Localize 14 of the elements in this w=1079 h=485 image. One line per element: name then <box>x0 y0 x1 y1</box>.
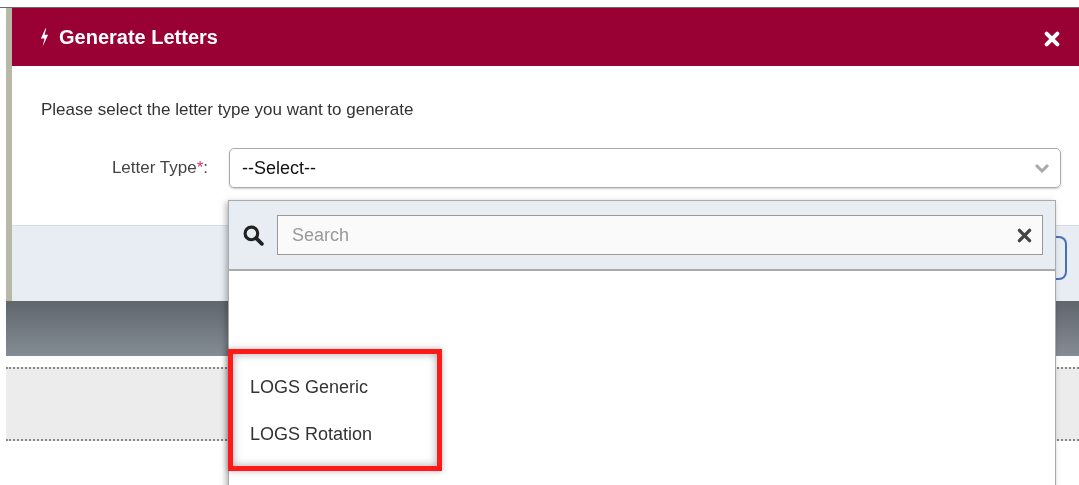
search-icon <box>243 224 264 246</box>
search-field[interactable]: Search <box>277 215 1043 255</box>
label-colon: : <box>203 158 208 178</box>
clear-icon[interactable] <box>1016 227 1033 244</box>
required-mark: * <box>196 158 204 178</box>
lightning-icon <box>40 27 49 47</box>
letter-type-select[interactable]: --Select-- <box>229 148 1061 188</box>
dropdown-option[interactable]: LOGS Generic <box>233 364 437 411</box>
close-icon[interactable] <box>1043 30 1061 48</box>
field-label: Letter Type <box>111 158 197 178</box>
dialog-title: Generate Letters <box>59 25 219 49</box>
instruction-text: Please select the letter type you want to generate <box>41 100 415 120</box>
dropdown-option[interactable]: LOGS Rotation <box>233 411 437 458</box>
chevron-down-icon <box>1034 163 1050 173</box>
